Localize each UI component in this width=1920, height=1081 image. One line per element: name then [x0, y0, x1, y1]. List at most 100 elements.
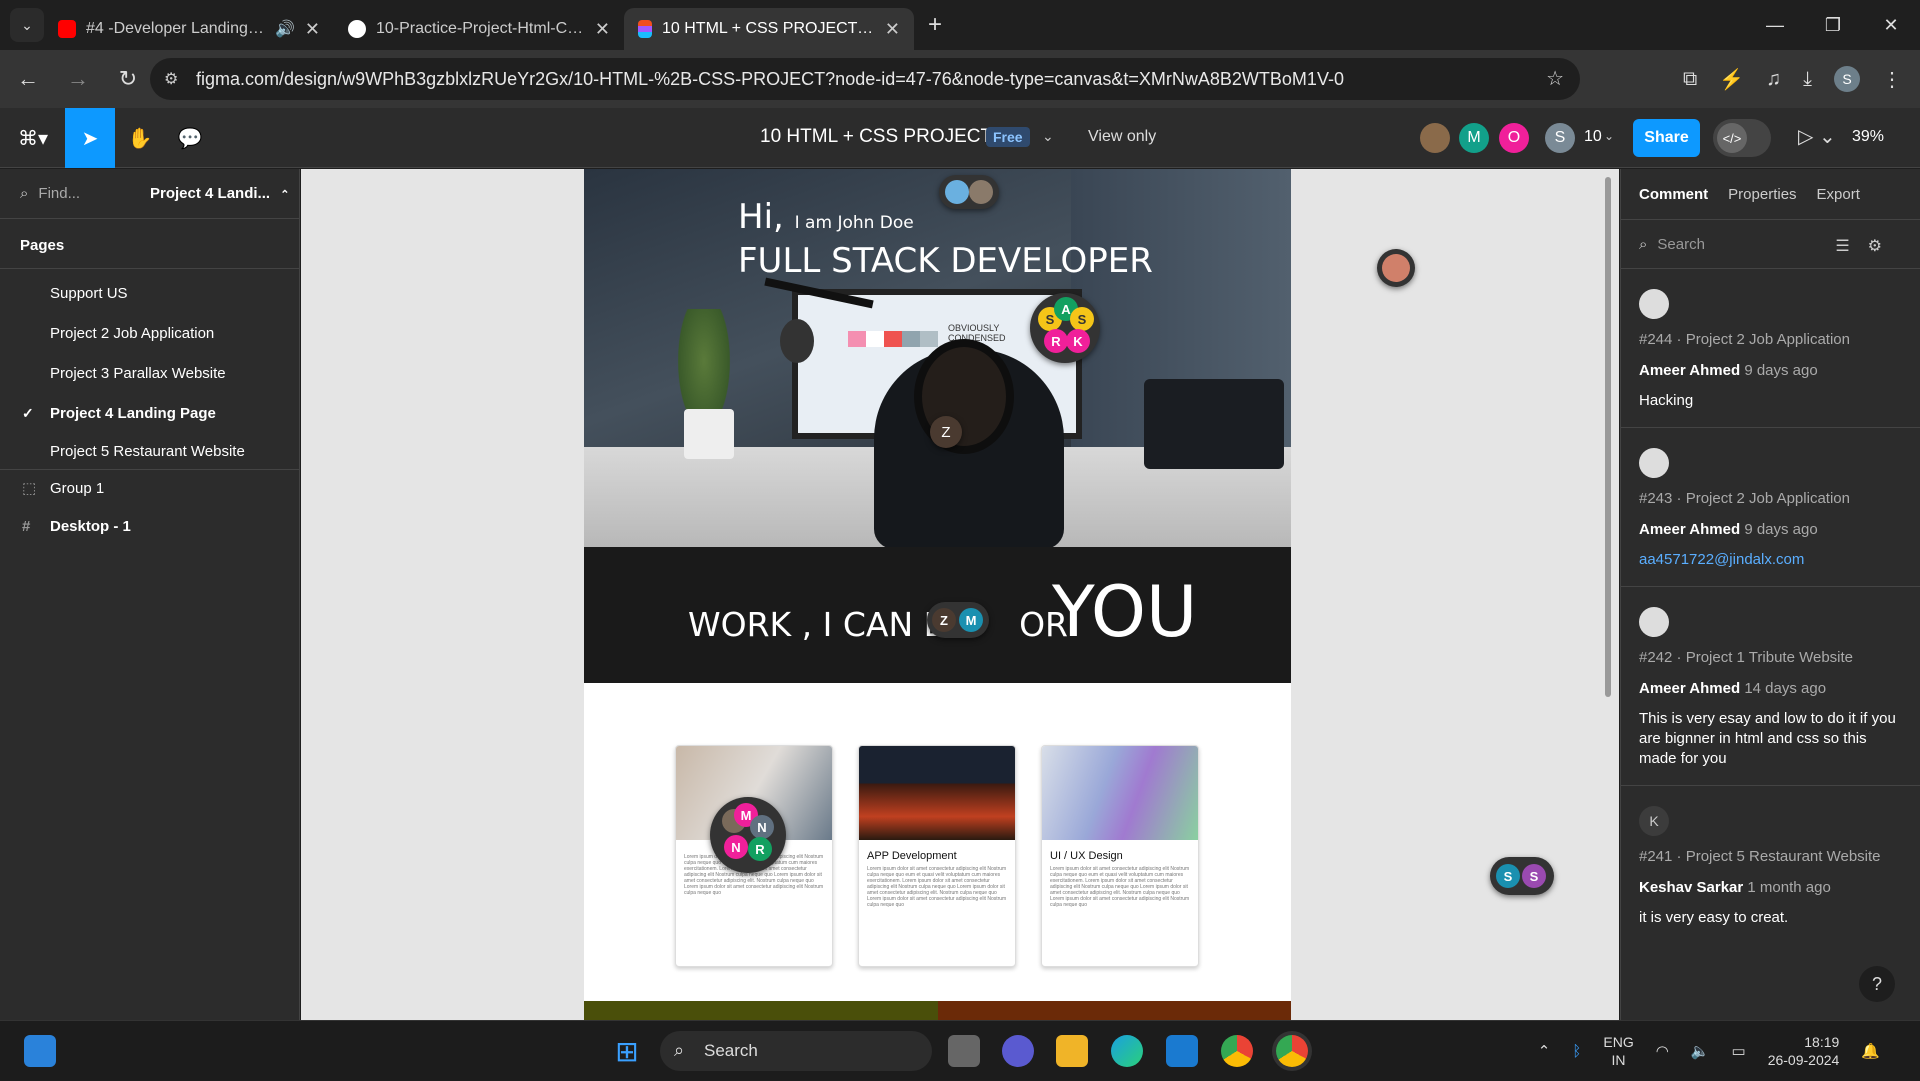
commenter-avatar: K — [1639, 806, 1669, 836]
profile-avatar[interactable]: S — [1834, 66, 1860, 92]
page-selector[interactable]: Project 4 Landi... ⌃ — [150, 185, 289, 202]
collaborator-avatar[interactable]: O — [1499, 123, 1529, 153]
browser-menu-icon[interactable]: ⋮ — [1882, 67, 1902, 92]
file-title[interactable]: 10 HTML + CSS PROJECT — [760, 126, 992, 148]
bluetooth-icon[interactable]: ᛒ — [1572, 1043, 1581, 1060]
chevron-down-icon[interactable]: ⌄ — [1604, 129, 1614, 143]
find-field[interactable]: ⌕ Find... Project 4 Landi... ⌃ — [0, 169, 299, 219]
comment-message-link[interactable]: aa4571722@jindalx.com — [1639, 550, 1902, 570]
figma-icon — [638, 20, 652, 38]
hero-role: FULL STACK DEVELOPER — [738, 241, 1153, 281]
wifi-icon[interactable]: ◠ — [1656, 1042, 1669, 1060]
collaborator-avatar[interactable]: M — [1459, 123, 1489, 153]
page-item[interactable]: Project 5 Restaurant Website — [0, 433, 299, 469]
speaker-icon[interactable]: 🔊 — [275, 19, 295, 39]
bookmark-star-icon[interactable]: ☆ — [1546, 66, 1564, 91]
edge-icon[interactable] — [1111, 1035, 1143, 1067]
close-tab-icon[interactable]: ✕ — [885, 19, 900, 40]
service-card[interactable]: UI / UX Design Lorem ipsum dolor sit ame… — [1041, 745, 1199, 967]
pages-heading: Pages — [0, 219, 299, 269]
canvas-scrollbar[interactable] — [1605, 177, 1611, 697]
tab-export[interactable]: Export — [1817, 186, 1860, 203]
chevron-up-icon[interactable]: ⌃ — [1538, 1042, 1551, 1060]
comment-thread[interactable]: #244 · Project 2 Job Application Ameer A… — [1621, 269, 1920, 428]
move-tool-icon[interactable]: ➤ — [65, 108, 115, 168]
browser-tab-github[interactable]: 10-Practice-Project-Html-CSS/P ✕ — [334, 8, 624, 50]
collaborator-count[interactable]: 10 — [1584, 128, 1602, 146]
close-tab-icon[interactable]: ✕ — [595, 19, 610, 40]
color-swatches — [848, 331, 938, 347]
comment-message: Hacking — [1639, 392, 1694, 409]
windows-taskbar: ⊞ ⌕ Search ⌃ ᛒ ENG IN ◠ 🔈 ▭ 18:19 26-09-20… — [0, 1020, 1920, 1080]
back-button[interactable]: ← — [6, 57, 50, 101]
reload-button[interactable]: ↻ — [106, 57, 150, 101]
notification-bell-icon[interactable]: 🔔 — [1861, 1042, 1880, 1060]
task-view-icon[interactable] — [948, 1035, 980, 1067]
service-card[interactable]: APP Development Lorem ipsum dolor sit am… — [858, 745, 1016, 967]
chrome-profile-icon[interactable] — [1276, 1035, 1308, 1067]
dev-mode-toggle[interactable]: </> — [1713, 119, 1771, 157]
battery-icon[interactable]: ▭ — [1732, 1042, 1746, 1060]
browser-tab-strip: ⌄ #4 -Developer Landing Page 🔊 ✕ 10-Prac… — [0, 0, 1920, 50]
filter-icons[interactable]: ☰⚙ — [1835, 236, 1900, 256]
page-item[interactable]: Project 2 Job Application — [0, 313, 299, 353]
figma-main-menu-icon[interactable]: ⌘▾ — [8, 108, 58, 168]
close-window-button[interactable]: ✕ — [1862, 0, 1920, 50]
chevron-down-icon[interactable]: ⌄ — [1042, 128, 1054, 145]
chrome-icon[interactable] — [1221, 1035, 1253, 1067]
site-info-icon[interactable]: ⚙ — [164, 69, 178, 89]
window-controls: — ❐ ✕ — [1746, 0, 1920, 50]
comment-author: Ameer Ahmed 9 days ago — [1639, 521, 1902, 538]
comment-thread[interactable]: K #241 · Project 5 Restaurant Website Ke… — [1621, 786, 1920, 944]
windows-start-icon[interactable]: ⊞ — [611, 1035, 643, 1067]
collaborator-avatar[interactable]: S — [1545, 123, 1575, 153]
comment-search[interactable]: ⌕ Search ☰⚙ — [1621, 219, 1920, 269]
tab-search-icon[interactable]: ⌄ — [10, 8, 44, 42]
forward-button[interactable]: → — [56, 57, 100, 101]
restore-button[interactable]: ❐ — [1804, 0, 1862, 50]
file-explorer-icon[interactable] — [1056, 1035, 1088, 1067]
cursor-cluster-hero: S A S R K — [1030, 293, 1100, 363]
browser-tab-figma[interactable]: 10 HTML + CSS PROJECT – Figma ✕ — [624, 8, 914, 50]
extensions-icon[interactable]: ⧉ — [1683, 68, 1697, 91]
design-canvas[interactable]: OBVIOUSLY CONDENSED Hi, I am John Doe FU… — [301, 169, 1619, 1020]
new-tab-button[interactable]: + — [928, 11, 942, 39]
meet-icon[interactable] — [1002, 1035, 1034, 1067]
widgets-icon[interactable] — [24, 1035, 56, 1067]
layer-item[interactable]: ⬚ Group 1 — [0, 470, 299, 506]
help-button[interactable]: ? — [1859, 966, 1895, 1002]
collaborator-avatar-photo[interactable] — [1420, 123, 1450, 153]
comment-thread[interactable]: #243 · Project 2 Job Application Ameer A… — [1621, 428, 1920, 587]
comment-message: This is very esay and low to do it if yo… — [1639, 710, 1896, 767]
performance-icon[interactable]: ⚡ — [1719, 67, 1744, 92]
minimize-button[interactable]: — — [1746, 0, 1804, 50]
clock[interactable]: 18:19 26-09-2024 — [1768, 1033, 1840, 1069]
tab-properties[interactable]: Properties — [1728, 186, 1796, 203]
layer-item[interactable]: # Desktop - 1 — [0, 506, 299, 546]
language-indicator[interactable]: ENG IN — [1603, 1033, 1633, 1069]
downloads-icon[interactable]: ⤓ — [1803, 68, 1812, 91]
cursor-cluster-side — [1377, 249, 1415, 287]
cursor-avatar: Z — [932, 608, 956, 632]
layers-panel: ⌕ Find... Project 4 Landi... ⌃ Pages Sup… — [0, 169, 300, 1020]
comment-tool-icon[interactable]: 💬 — [165, 108, 215, 168]
page-item[interactable]: Support US — [0, 273, 299, 313]
hand-tool-icon[interactable]: ✋ — [115, 108, 165, 168]
media-control-icon[interactable]: ♫ — [1766, 68, 1781, 91]
page-item[interactable]: Project 3 Parallax Website — [0, 353, 299, 393]
page-item-current[interactable]: ✓ Project 4 Landing Page — [0, 393, 299, 433]
taskbar-search[interactable]: ⌕ Search — [660, 1031, 932, 1071]
close-tab-icon[interactable]: ✕ — [305, 19, 320, 40]
code-icon: </> — [1717, 123, 1747, 153]
present-play-icon[interactable]: ▷ ⌄ — [1798, 124, 1836, 149]
comment-thread[interactable]: #242 · Project 1 Tribute Website Ameer A… — [1621, 587, 1920, 786]
browser-tab-youtube[interactable]: #4 -Developer Landing Page 🔊 ✕ — [44, 8, 334, 50]
vscode-icon[interactable] — [1166, 1035, 1198, 1067]
tab-comment[interactable]: Comment — [1639, 186, 1708, 203]
share-button[interactable]: Share — [1633, 119, 1700, 157]
volume-icon[interactable]: 🔈 — [1691, 1042, 1710, 1060]
address-bar[interactable]: ⚙ figma.com/design/w9WPhB3gzblxlzRUeYr2G… — [150, 58, 1580, 100]
greeting-intro: I am John Doe — [794, 213, 914, 233]
desktop-frame[interactable]: OBVIOUSLY CONDENSED Hi, I am John Doe FU… — [584, 169, 1291, 1020]
zoom-level[interactable]: 39% — [1852, 128, 1884, 146]
